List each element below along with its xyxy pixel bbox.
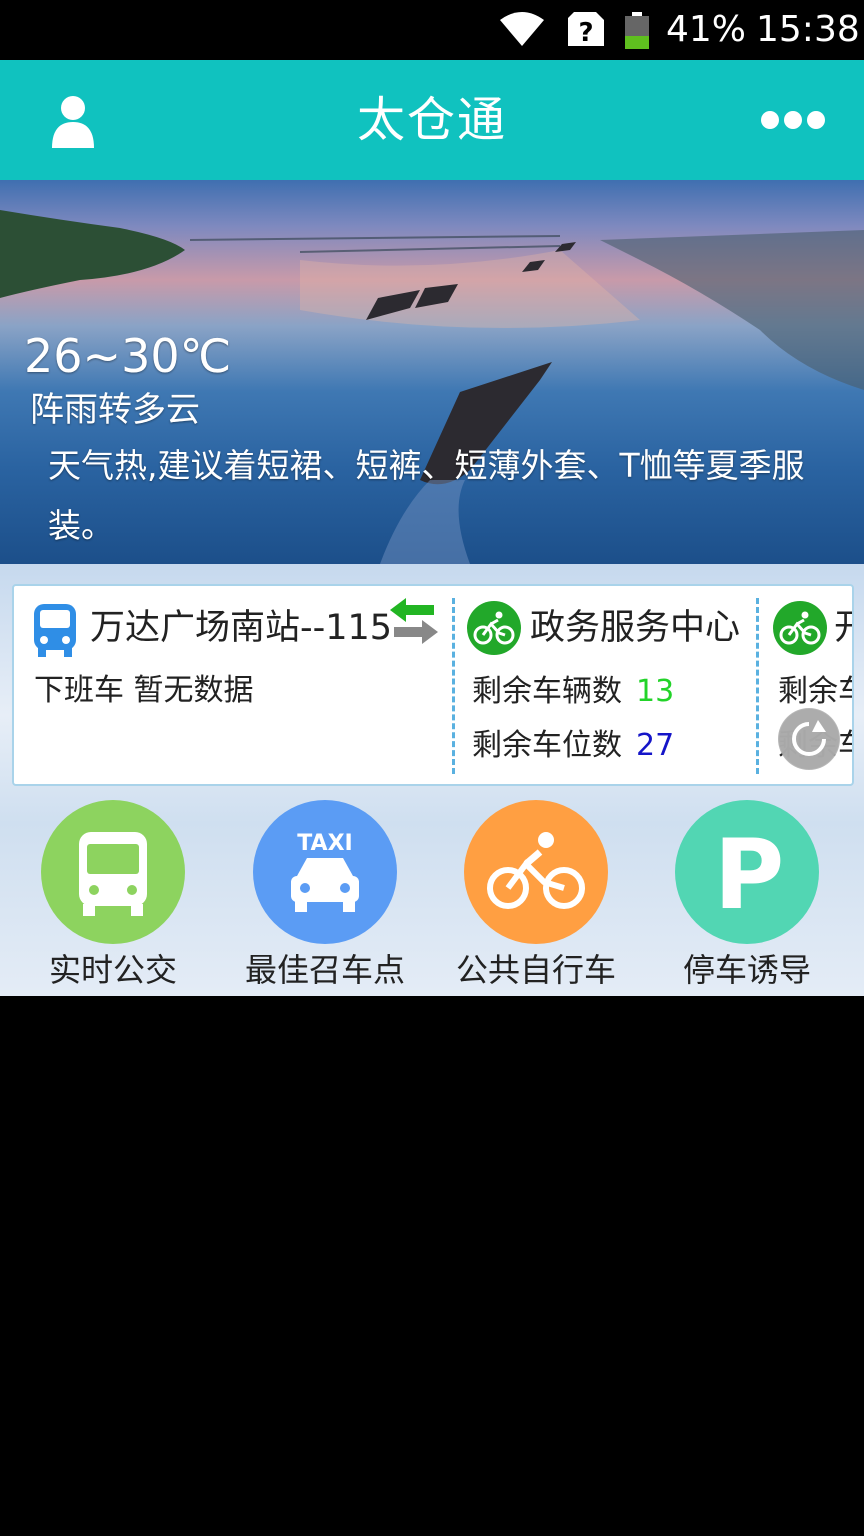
remaining-bikes-label: 剩余车辆数 — [472, 674, 622, 709]
clock: 15:38 — [756, 9, 860, 50]
remaining-slots-label: 剩余车位数 — [472, 728, 622, 763]
card-divider — [452, 598, 455, 774]
sim-icon: ? — [568, 12, 604, 48]
quick-entry-realtime-bus[interactable]: 实时公交 — [8, 800, 218, 990]
bus-icon — [41, 800, 185, 944]
weather-condition: 阵雨转多云 — [30, 390, 200, 430]
more-icon[interactable] — [758, 108, 828, 132]
bicycle-icon — [464, 800, 608, 944]
app-header: 太仓通 — [0, 60, 864, 180]
remaining-bikes-row: 剩余车辆数 13 — [472, 670, 674, 714]
page-title: 太仓通 — [356, 92, 507, 148]
clothing-tip: 天气热,建议着短裙、短裤、短薄外套、T恤等夏季服装。 — [48, 446, 805, 545]
swap-direction-icon[interactable] — [386, 594, 442, 648]
remaining-slots-row: 剩余车位数 27 — [472, 724, 674, 768]
status-bar: ? 41% 15:38 — [0, 0, 864, 60]
svg-text:TAXI: TAXI — [297, 831, 352, 856]
bus-stop-route: 万达广场南站--115 — [90, 608, 393, 648]
remaining-bikes-label-2: 剩余车 — [778, 674, 852, 709]
svg-text:P: P — [714, 819, 784, 931]
remaining-bikes-value: 13 — [636, 674, 675, 709]
next-bus-status: 下班车 暂无数据 — [34, 673, 254, 708]
info-band: 万达广场南站--115 下班车 暂无数据 政务服务中心 剩余车辆数 13 剩余车位… — [0, 564, 864, 996]
transit-info-card[interactable]: 万达广场南站--115 下班车 暂无数据 政务服务中心 剩余车辆数 13 剩余车位… — [12, 584, 854, 786]
quick-entry-taxi-point[interactable]: TAXI 最佳召车点 — [220, 800, 430, 990]
quick-entry-label: 最佳召车点 — [244, 951, 405, 989]
quick-entry-parking-guide[interactable]: P 停车诱导 — [642, 800, 852, 990]
bike-station-name: 政务服务中心 — [530, 608, 741, 648]
refresh-icon[interactable] — [778, 708, 840, 770]
temperature-range: 26~30℃ — [24, 329, 232, 383]
quick-entry-label: 公共自行车 — [455, 951, 616, 989]
battery-percent: 41% — [666, 9, 747, 50]
quick-entry-public-bike[interactable]: 公共自行车 — [431, 800, 641, 990]
battery-icon — [625, 12, 649, 49]
taxi-icon: TAXI — [253, 800, 397, 944]
bicycle-station-icon — [467, 601, 521, 655]
weather-banner[interactable]: 26~30℃ 阵雨转多云 天气热,建议着短裙、短裤、短薄外套、T恤等夏季服装。 — [0, 180, 864, 564]
quick-entry-label: 停车诱导 — [682, 951, 811, 989]
bike-station-name-2: 开 — [834, 602, 852, 654]
svg-text:?: ? — [578, 18, 593, 48]
bus-icon — [34, 604, 76, 657]
card-divider — [756, 598, 759, 774]
bicycle-station-icon — [773, 601, 827, 655]
wifi-icon — [500, 12, 544, 46]
quick-entry-label: 实时公交 — [48, 951, 177, 989]
remaining-slots-value: 27 — [636, 728, 675, 763]
parking-icon: P — [675, 800, 819, 944]
